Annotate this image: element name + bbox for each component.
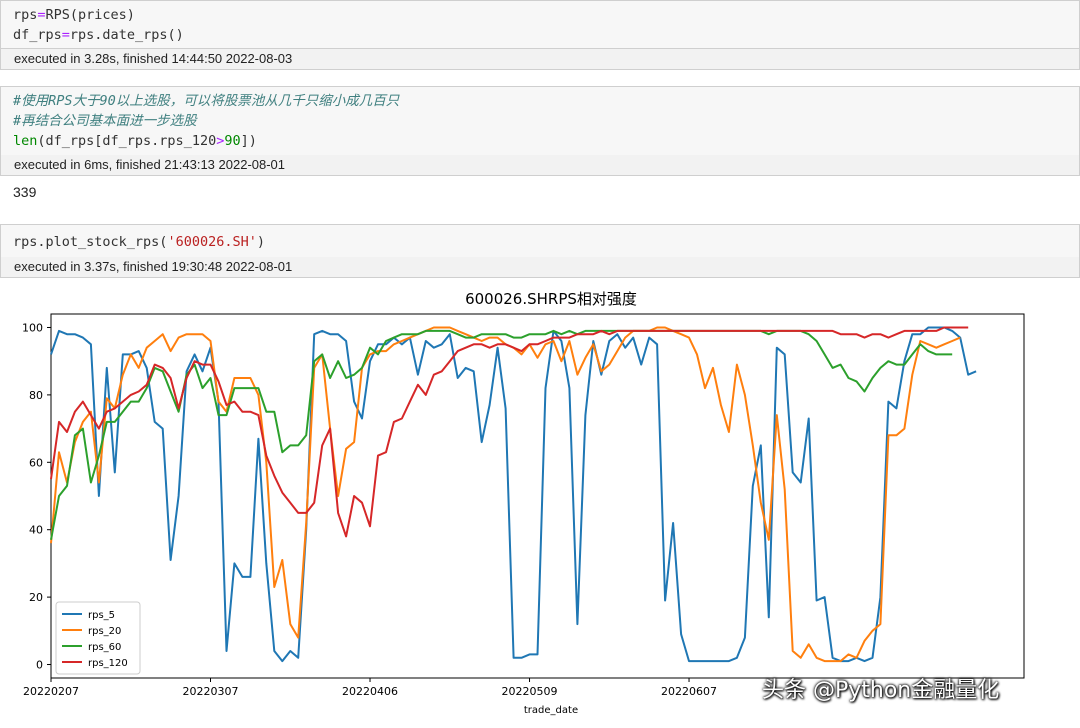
x-tick-label: 20220607	[661, 685, 717, 698]
x-tick-label: 20220307	[183, 685, 239, 698]
code-line: #使用RPS大于90以上选股，可以将股票池从几千只缩小成几百只	[13, 91, 1067, 111]
code-cell-1-input[interactable]: rps=RPS(prices) df_rps=rps.date_rps()	[0, 0, 1080, 49]
code-token: )	[256, 234, 265, 250]
x-tick-label: 20220207	[23, 685, 79, 698]
legend-label-rps_20: rps_20	[88, 626, 121, 637]
code-token: RPS(prices)	[45, 7, 135, 23]
code-token: =	[37, 7, 46, 23]
rps-line-chart: 0 20 40 60 80 100 20220207 20220307 20220406 2022…	[22, 290, 1025, 716]
legend-label-rps_120: rps_120	[88, 658, 128, 669]
code-line: #再结合公司基本面进一步选股	[13, 111, 1067, 131]
code-token: '600026.SH'	[167, 234, 257, 250]
code-token: =	[61, 27, 70, 43]
code-cell-3-input[interactable]: rps.plot_stock_rps('600026.SH')	[0, 224, 1080, 259]
execution-info: executed in 3.37s, finished 19:30:48 202…	[0, 257, 1080, 278]
legend-label-rps_5: rps_5	[88, 610, 115, 621]
y-tick-label: 60	[29, 456, 43, 469]
execution-info: executed in 6ms, finished 21:43:13 2022-…	[0, 155, 1080, 176]
chart-title: 600026.SHRPS相对强度	[465, 290, 637, 308]
x-tick-label: 20220406	[342, 685, 398, 698]
code-token: rps	[13, 7, 38, 23]
execution-info: executed in 3.28s, finished 14:44:50 202…	[0, 49, 1080, 70]
code-token: df_rps	[13, 27, 62, 43]
code-line: rps.plot_stock_rps('600026.SH')	[13, 232, 1067, 252]
y-tick-label: 100	[22, 321, 43, 334]
code-cell-2-input[interactable]: #使用RPS大于90以上选股，可以将股票池从几千只缩小成几百只 #再结合公司基本…	[0, 86, 1080, 156]
x-tick-label: 20220509	[502, 685, 558, 698]
cell-output: 339	[13, 184, 37, 200]
y-tick-label: 80	[29, 389, 43, 402]
y-tick-label: 20	[29, 591, 43, 604]
code-token: ])	[240, 133, 257, 149]
code-token: rps.date_rps()	[69, 27, 184, 43]
legend-label-rps_60: rps_60	[88, 642, 121, 653]
code-line: rps=RPS(prices)	[13, 5, 1067, 25]
code-token: rps.plot_stock_rps(	[13, 234, 168, 250]
code-token: #使用RPS大于90以上选股，可以将股票池从几千只缩小成几百只	[13, 93, 400, 109]
code-line: df_rps=rps.date_rps()	[13, 25, 1067, 45]
code-token: len	[13, 133, 38, 149]
x-axis-label: trade_date	[524, 705, 578, 716]
y-tick-label: 0	[36, 659, 43, 672]
code-line: len(df_rps[df_rps.rps_120>90])	[13, 131, 1067, 151]
y-tick-label: 40	[29, 524, 43, 537]
code-token: (df_rps[df_rps.rps_120	[37, 133, 217, 149]
code-token: 90	[224, 133, 241, 149]
watermark-text: 头条 @Python金融量化	[762, 678, 1000, 703]
code-token: #再结合公司基本面进一步选股	[13, 113, 197, 129]
